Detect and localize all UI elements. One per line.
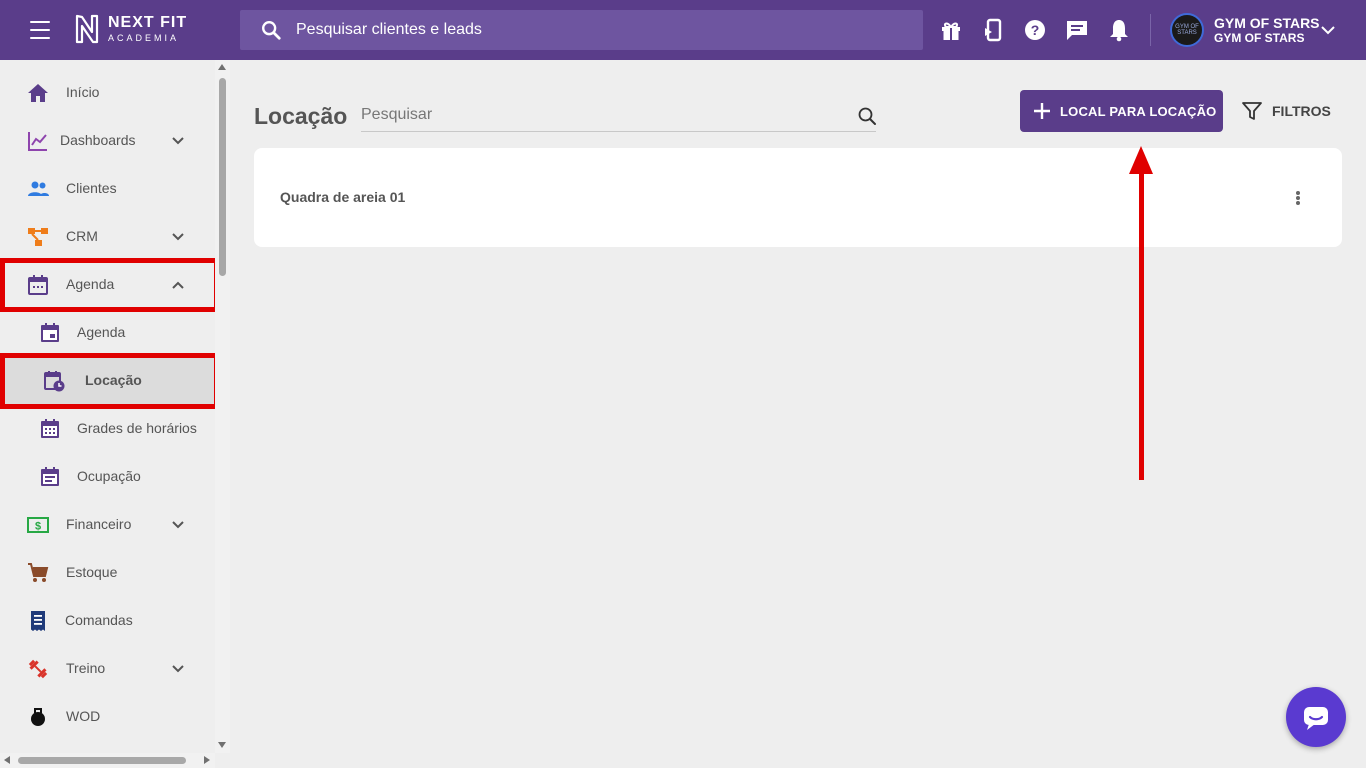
messages-icon[interactable] — [1063, 16, 1091, 44]
filters-label: FILTROS — [1272, 103, 1331, 119]
sidebar-item-wod[interactable]: WOD — [0, 693, 215, 741]
sidebar-item-label: Financeiro — [66, 516, 132, 532]
dumbbell-icon — [28, 659, 48, 679]
sidebar-subitem-ocupacao[interactable]: Ocupação — [0, 453, 215, 501]
location-name: Quadra de areia 01 — [280, 189, 406, 205]
scroll-left-arrow-icon[interactable] — [4, 756, 10, 764]
more-options-icon[interactable] — [1288, 186, 1308, 210]
plus-icon — [1034, 103, 1050, 119]
page-title: Locação — [254, 103, 348, 129]
scrollbar-thumb[interactable] — [219, 78, 226, 276]
sidebar-horizontal-scrollbar[interactable] — [0, 753, 215, 768]
sidebar-item-label: Grades de horários — [77, 420, 197, 436]
calendar-list-icon — [41, 467, 59, 486]
location-search[interactable] — [361, 100, 876, 132]
sidebar-item-crm[interactable]: CRM — [0, 213, 215, 261]
divider — [1150, 14, 1151, 46]
highlight-box-locacao — [0, 353, 219, 409]
chat-button[interactable] — [1286, 687, 1346, 747]
account-name: GYM OF STARS — [1214, 15, 1320, 31]
sidebar-item-label: Dashboards — [60, 132, 136, 148]
sidebar-item-label: CRM — [66, 228, 98, 244]
global-search-input[interactable] — [296, 21, 896, 39]
scroll-up-arrow-icon[interactable] — [218, 64, 226, 70]
gift-icon[interactable] — [937, 16, 965, 44]
kettlebell-icon — [31, 708, 45, 726]
avatar[interactable]: GYM OF STARS — [1170, 13, 1204, 47]
sidebar-item-treino[interactable]: Treino — [0, 645, 215, 693]
crm-flow-icon — [28, 228, 48, 246]
add-location-button[interactable]: LOCAL PARA LOCAÇÃO — [1020, 90, 1223, 132]
account-subname: GYM OF STARS — [1214, 31, 1305, 45]
highlight-box-agenda — [0, 258, 219, 312]
bell-icon[interactable] — [1105, 16, 1133, 44]
annotation-arrow — [1129, 146, 1153, 480]
sidebar-item-estoque[interactable]: Estoque — [0, 549, 215, 597]
svg-text:$: $ — [35, 521, 41, 533]
sidebar-item-inicio[interactable]: Início — [0, 69, 215, 117]
location-card[interactable]: Quadra de areia 01 — [254, 148, 1342, 247]
menu-icon[interactable] — [22, 18, 58, 42]
calendar-grid-icon — [41, 419, 59, 438]
filter-icon — [1242, 102, 1262, 120]
search-icon[interactable] — [857, 106, 877, 126]
sidebar-item-financeiro[interactable]: $ Financeiro — [0, 501, 215, 549]
sidebar-item-comandas[interactable]: Comandas — [0, 597, 215, 645]
location-search-input[interactable] — [361, 106, 841, 124]
chart-line-icon — [28, 132, 47, 151]
sidebar-subitem-grades-de-horarios[interactable]: Grades de horários — [0, 405, 215, 453]
sidebar-item-label: WOD — [66, 708, 101, 724]
sidebar-item-dashboards[interactable]: Dashboards — [0, 117, 215, 165]
account-menu[interactable]: GYM OF STARS GYM OF STARS — [1214, 16, 1320, 46]
global-search[interactable] — [240, 10, 923, 50]
help-icon[interactable]: ? — [1021, 16, 1049, 44]
chevron-down-icon[interactable] — [1318, 20, 1338, 40]
sidebar-item-label: Treino — [66, 660, 106, 676]
logo-title: NEXT FIT — [108, 14, 188, 31]
logo-subtitle: ACADEMIA — [108, 33, 180, 43]
add-location-label: LOCAL PARA LOCAÇÃO — [1060, 103, 1217, 119]
chevron-down-icon[interactable] — [168, 131, 188, 151]
next-fit-logo-icon — [75, 14, 99, 44]
scrollbar-thumb[interactable] — [18, 757, 186, 764]
logo[interactable]: NEXT FIT ACADEMIA — [74, 14, 187, 44]
sidebar-item-label: Ocupação — [77, 468, 141, 484]
chevron-down-icon[interactable] — [168, 659, 188, 679]
chevron-down-icon[interactable] — [168, 515, 188, 535]
sidebar-item-label: Agenda — [77, 324, 126, 340]
svg-text:?: ? — [1031, 22, 1040, 38]
scroll-down-arrow-icon[interactable] — [218, 742, 226, 748]
people-icon — [28, 181, 49, 196]
calendar-day-icon — [41, 323, 59, 342]
sidebar-item-label: Início — [66, 84, 100, 100]
home-icon — [28, 84, 48, 102]
sidebar-item-label: Comandas — [65, 612, 133, 628]
money-icon: $ — [27, 517, 49, 533]
sidebar-vertical-scrollbar[interactable] — [215, 60, 230, 753]
scroll-right-arrow-icon[interactable] — [204, 756, 210, 764]
sidebar-item-label: Clientes — [66, 180, 117, 196]
sidebar-item-label: Estoque — [66, 564, 118, 580]
top-bar: NEXT FIT ACADEMIA ? GYM OF STARS GYM OF … — [0, 0, 1366, 60]
sidebar-subitem-agenda[interactable]: Agenda — [0, 309, 215, 357]
filters-button[interactable]: FILTROS — [1240, 96, 1331, 126]
cart-icon — [28, 563, 49, 582]
sidebar-item-clientes[interactable]: Clientes — [0, 165, 215, 213]
chat-icon — [1304, 707, 1328, 730]
chevron-down-icon[interactable] — [168, 227, 188, 247]
receipt-icon — [31, 611, 45, 631]
search-icon — [262, 21, 281, 40]
mobile-app-icon[interactable] — [979, 16, 1007, 44]
